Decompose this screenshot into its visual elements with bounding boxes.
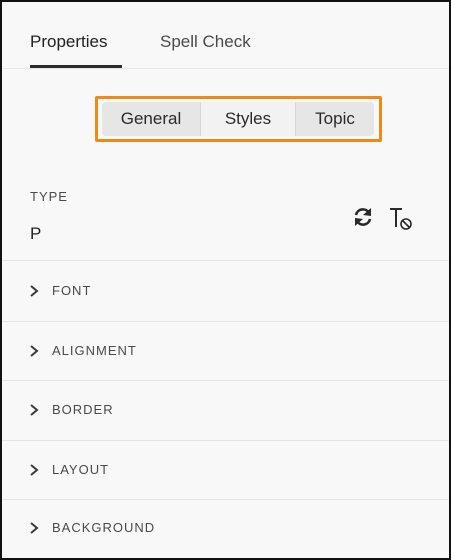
tab-spell-check[interactable]: Spell Check xyxy=(160,32,251,52)
accordion-border[interactable]: BORDER xyxy=(2,381,449,439)
section-divider xyxy=(2,260,449,261)
accordion-label: BORDER xyxy=(52,402,114,417)
properties-panel: Properties Spell Check General Styles To… xyxy=(0,0,451,560)
accordion-alignment[interactable]: ALIGNMENT xyxy=(2,322,449,380)
panel-tabs: Properties Spell Check xyxy=(2,2,449,69)
type-value: P xyxy=(30,224,42,243)
active-tab-indicator xyxy=(30,65,122,68)
chevron-right-icon xyxy=(30,404,39,416)
accordion-label: FONT xyxy=(52,283,92,298)
segment-general[interactable]: General xyxy=(102,102,200,136)
segment-topic[interactable]: Topic xyxy=(296,102,374,136)
refresh-icon[interactable] xyxy=(352,206,374,228)
accordion-label: LAYOUT xyxy=(52,462,110,477)
accordion-font[interactable]: FONT xyxy=(2,262,449,320)
chevron-right-icon xyxy=(30,285,39,297)
chevron-right-icon xyxy=(30,345,39,357)
segment-styles[interactable]: Styles xyxy=(200,102,296,136)
segmented-control: General Styles Topic xyxy=(102,102,374,136)
accordion-label: ALIGNMENT xyxy=(52,343,137,358)
accordion-layout[interactable]: LAYOUT xyxy=(2,441,449,499)
accordion-background[interactable]: BACKGROUND xyxy=(2,499,449,557)
accordion-label: BACKGROUND xyxy=(52,520,156,535)
chevron-right-icon xyxy=(30,522,39,534)
chevron-right-icon xyxy=(30,464,39,476)
tab-properties[interactable]: Properties xyxy=(30,32,107,52)
clear-formatting-icon[interactable] xyxy=(387,205,413,231)
type-label: TYPE xyxy=(30,189,68,204)
